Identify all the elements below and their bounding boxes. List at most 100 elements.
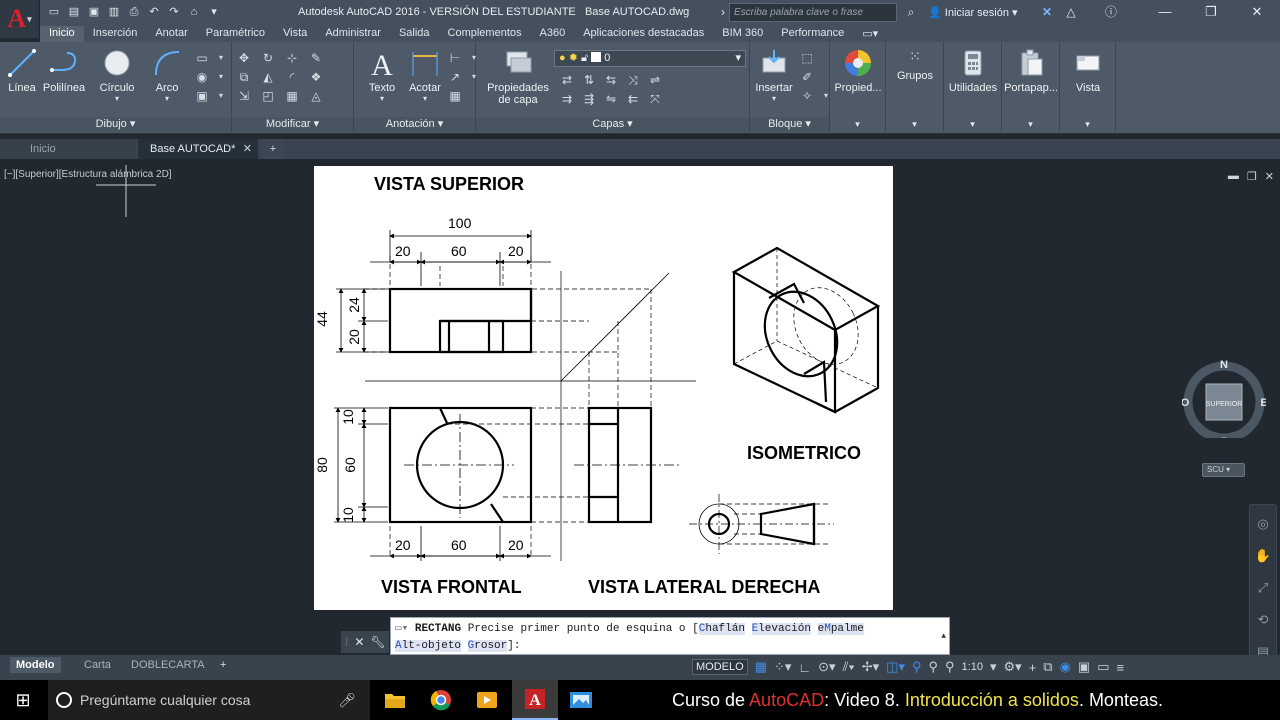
layer-tool-icon[interactable]: ⇌ <box>648 73 662 87</box>
osnap-icon[interactable]: ◫▾ <box>886 659 905 675</box>
region-dropdown-icon[interactable]: ▾ <box>214 89 228 103</box>
option-chaflan[interactable]: Chaflán <box>698 623 745 635</box>
minimize-button[interactable]: — <box>1142 0 1188 26</box>
trim-icon[interactable]: ⊹ <box>285 51 299 65</box>
ribbon-tab[interactable]: Aplicaciones destacadas <box>574 26 713 42</box>
clipboard-dropdown-icon[interactable]: ▾ <box>1026 117 1036 132</box>
layer-tool-icon[interactable]: ⤨ <box>626 73 640 87</box>
move-icon[interactable]: ✥ <box>237 51 251 65</box>
layer-tool-icon[interactable]: ⇄ <box>560 73 574 87</box>
steering-wheel-icon[interactable]: ◎ <box>1250 511 1276 537</box>
polar-icon[interactable]: ⊙▾ <box>818 659 835 675</box>
undo-icon[interactable]: ↶ <box>146 4 162 20</box>
new-tab-button[interactable]: + <box>262 139 284 159</box>
customize-status-icon[interactable]: ≡ <box>1117 660 1125 675</box>
viewcube[interactable]: SUPERIOR N S E O <box>1182 354 1266 438</box>
circle-tool-button[interactable]: Círculo ▾ <box>96 48 138 103</box>
tab-current-drawing[interactable]: Base AUTOCAD* ✕ <box>138 139 258 159</box>
layer-properties-button[interactable]: Propiedades de capa <box>482 48 554 106</box>
save-as-icon[interactable]: ▥ <box>106 4 122 20</box>
exchange-apps-icon[interactable]: ✕ <box>1038 4 1056 21</box>
annotation-visibility-icon[interactable]: ⚲ <box>912 659 922 675</box>
hatch-icon[interactable]: ◉ <box>195 70 209 84</box>
pan-icon[interactable]: ✋ <box>1250 543 1276 569</box>
windows-start-icon[interactable]: ⊞ <box>0 680 46 720</box>
isolate-objects-icon[interactable]: ◉ <box>1060 659 1071 675</box>
ribbon-tab[interactable]: Anotar <box>146 26 196 42</box>
viewport-restore-icon[interactable]: ❐ <box>1247 170 1257 183</box>
file-explorer-icon[interactable] <box>372 680 418 720</box>
add-layout-button[interactable]: + <box>214 657 232 673</box>
ribbon-tab[interactable]: Inserción <box>84 26 147 42</box>
insert-dropdown-icon[interactable]: ▾ <box>752 94 796 103</box>
close-command-icon[interactable]: ✕ <box>354 635 364 649</box>
erase-icon[interactable]: ✎ <box>309 51 323 65</box>
arc-dropdown-icon[interactable]: ▾ <box>150 94 184 103</box>
fillet-icon[interactable]: ◜ <box>285 70 299 84</box>
help-search-input[interactable]: Escriba palabra clave o frase <box>729 3 897 22</box>
rectangle-icon[interactable]: ▭ <box>195 51 209 65</box>
viewport-minimize-icon[interactable]: ▬ <box>1228 170 1239 183</box>
ribbon-tab[interactable]: Vista <box>274 26 316 42</box>
view-button[interactable]: Vista <box>1060 48 1116 94</box>
leader-icon[interactable]: ↗ <box>448 70 462 84</box>
option-empalme[interactable]: eMpalme <box>817 623 864 635</box>
polyline-tool-button[interactable]: Polilínea <box>42 48 86 94</box>
mirror-icon[interactable]: ◭ <box>261 70 275 84</box>
panel-label-capas[interactable]: Capas ▾ <box>476 117 749 132</box>
layout-tab[interactable]: Carta <box>78 657 117 673</box>
layout-tab[interactable]: DOBLECARTA <box>125 657 211 673</box>
ribbon-tab[interactable]: Complementos <box>439 26 531 42</box>
properties-panel-dropdown-icon[interactable]: ▾ <box>853 117 863 132</box>
snap-icon[interactable]: ⁘▾ <box>774 659 791 675</box>
scale-icon[interactable]: ◰ <box>261 89 275 103</box>
auto-scale-icon[interactable]: ⚲ <box>928 659 938 675</box>
microphone-icon[interactable]: 🎤︎ <box>338 680 356 720</box>
print-icon[interactable]: ⎙ <box>126 4 142 20</box>
sign-in-button[interactable]: 👤 Iniciar sesión ▾ <box>928 6 1018 19</box>
option-grosor[interactable]: Grosor <box>467 640 508 652</box>
save-icon[interactable]: ▣ <box>86 4 102 20</box>
layout-tab-model[interactable]: Modelo <box>10 657 61 673</box>
close-window-button[interactable]: ✕ <box>1234 0 1280 26</box>
user-icon[interactable] <box>910 4 928 21</box>
line-tool-button[interactable]: Línea <box>4 48 40 94</box>
option-elevacion[interactable]: Elevación <box>751 623 811 635</box>
restore-button[interactable]: ❐ <box>1188 0 1234 26</box>
panel-label-bloque[interactable]: Bloque ▾ <box>750 117 829 132</box>
model-space-button[interactable]: MODELO <box>692 659 748 675</box>
dimension-dropdown-icon[interactable]: ▾ <box>406 94 444 103</box>
ribbon-tab[interactable]: Salida <box>390 26 439 42</box>
layer-tool-icon[interactable]: ⇆ <box>604 73 618 87</box>
groups-button[interactable]: ⁙ Grupos <box>890 48 940 82</box>
utilities-button[interactable]: Utilidades <box>944 48 1002 94</box>
media-player-icon[interactable] <box>464 680 510 720</box>
redo-icon[interactable]: ↷ <box>166 4 182 20</box>
rotate-icon[interactable]: ↻ <box>261 51 275 65</box>
zoom-icon[interactable]: ⤢ <box>1250 575 1276 601</box>
table-icon[interactable]: ▦ <box>448 89 462 103</box>
ucs-dropdown[interactable]: SCU ▾ <box>1202 463 1245 477</box>
region-icon[interactable]: ▣ <box>195 89 209 103</box>
circle-dropdown-icon[interactable]: ▾ <box>96 94 138 103</box>
image-viewer-icon[interactable] <box>558 680 604 720</box>
help-icon[interactable]: ⓘ <box>1102 4 1120 21</box>
layer-tool-icon[interactable]: ⇇ <box>626 92 640 106</box>
dim-linear-icon[interactable]: ⊢ <box>448 51 462 65</box>
chrome-icon[interactable] <box>418 680 464 720</box>
ribbon-tab[interactable]: Inicio <box>40 26 84 42</box>
layer-tool-icon[interactable]: ⇉ <box>560 92 574 106</box>
insert-block-button[interactable]: Insertar ▾ <box>752 48 796 103</box>
customize-command-icon[interactable]: 🔧︎ <box>370 635 385 649</box>
tab-inicio[interactable]: Inicio <box>0 139 136 159</box>
copy-icon[interactable]: ⧉ <box>237 70 251 84</box>
layer-tool-icon[interactable]: ⇋ <box>604 92 618 106</box>
panel-label-dibujo[interactable]: Dibujo ▾ <box>0 117 231 132</box>
text-dropdown-icon[interactable]: ▾ <box>362 94 402 103</box>
layer-tool-icon[interactable]: ⇅ <box>582 73 596 87</box>
annotation-scale-icon[interactable]: ⚲ <box>945 659 955 675</box>
viewport-close-icon[interactable]: ✕ <box>1265 170 1274 183</box>
command-input[interactable]: ▭▾ RECTANG Precise primer punto de esqui… <box>390 617 950 655</box>
grip-icon[interactable]: ⁞ <box>345 635 348 649</box>
units-icon[interactable]: ⧉ <box>1043 659 1052 675</box>
